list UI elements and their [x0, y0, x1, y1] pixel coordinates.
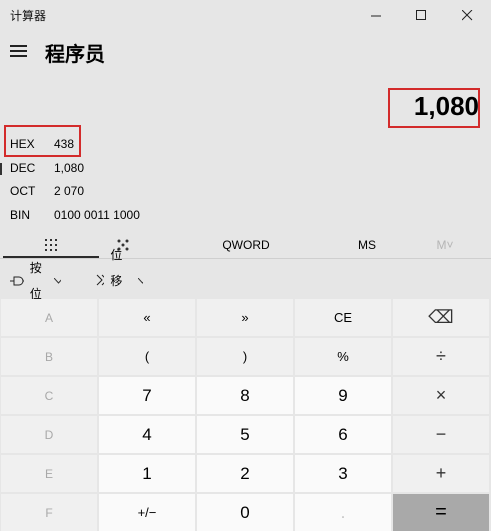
keypad-grid-icon	[45, 239, 57, 251]
close-icon	[461, 9, 472, 20]
memory-list-button[interactable]: M˅	[420, 232, 470, 258]
radix-row-oct[interactable]: OCT 2 070	[10, 180, 84, 202]
mode-title: 程序员	[45, 44, 105, 66]
radix-value: 1,080	[54, 161, 85, 175]
radix-value: 2 070	[54, 184, 85, 198]
key-decimal[interactable]: .	[295, 494, 391, 531]
keyboard-tabs: QWORD MS M˅	[0, 232, 491, 258]
key-plus[interactable]: +	[393, 455, 489, 492]
tab-full-keypad[interactable]	[3, 232, 99, 258]
divider	[0, 258, 491, 259]
radix-value: 0100 0011 1000	[54, 208, 140, 222]
key-4[interactable]: 4	[99, 416, 195, 453]
key-close-paren[interactable]: )	[197, 338, 293, 375]
key-2[interactable]: 2	[197, 455, 293, 492]
menu-hamburger-icon[interactable]	[10, 45, 27, 57]
radix-value: 438	[54, 137, 75, 151]
key-b[interactable]: B	[1, 338, 97, 375]
close-button[interactable]	[444, 0, 490, 30]
display-value: 1,080	[413, 91, 479, 121]
chevron-down-icon	[137, 278, 144, 284]
key-a[interactable]: A	[1, 299, 97, 336]
key-5[interactable]: 5	[197, 416, 293, 453]
radix-label: OCT	[10, 184, 36, 198]
key-1[interactable]: 1	[99, 455, 195, 492]
key-open-paren[interactable]: (	[99, 338, 195, 375]
minimize-button[interactable]	[353, 0, 399, 30]
key-e[interactable]: E	[1, 455, 97, 492]
word-size-button[interactable]: QWORD	[200, 232, 292, 258]
title-bar: 计算器	[0, 0, 491, 30]
radix-selected-marker	[0, 163, 2, 175]
key-divide[interactable]: ÷	[393, 338, 489, 375]
radix-row-bin[interactable]: BIN 0100 0011 1000	[10, 204, 140, 226]
key-percent[interactable]: %	[295, 338, 391, 375]
key-c[interactable]: C	[1, 377, 97, 414]
keypad: A « » CE ⌫ B ( ) % ÷ C 7 8 9 × D 4 5 6 −…	[1, 299, 489, 531]
key-7[interactable]: 7	[99, 377, 195, 414]
key-left-shift[interactable]: «	[99, 299, 195, 336]
radix-row-dec[interactable]: DEC 1,080	[10, 157, 84, 179]
bitwise-dropdown[interactable]: 按位	[10, 261, 62, 301]
bitshift-icon	[96, 274, 105, 286]
bitshift-dropdown[interactable]: 位移位	[96, 248, 144, 314]
key-6[interactable]: 6	[295, 416, 391, 453]
key-backspace[interactable]: ⌫	[393, 299, 489, 336]
radix-label: DEC	[10, 161, 36, 175]
key-negate[interactable]: +/−	[99, 494, 195, 531]
key-3[interactable]: 3	[295, 455, 391, 492]
key-equals[interactable]: =	[393, 494, 489, 531]
maximize-button[interactable]	[398, 0, 444, 30]
maximize-icon	[415, 9, 426, 20]
window-title: 计算器	[10, 9, 47, 23]
radix-label: HEX	[10, 137, 35, 151]
key-8[interactable]: 8	[197, 377, 293, 414]
logic-gate-icon	[10, 276, 24, 286]
chevron-down-icon	[54, 278, 62, 284]
key-9[interactable]: 9	[295, 377, 391, 414]
key-minus[interactable]: −	[393, 416, 489, 453]
key-d[interactable]: D	[1, 416, 97, 453]
key-0[interactable]: 0	[197, 494, 293, 531]
key-clear-entry[interactable]: CE	[295, 299, 391, 336]
key-right-shift[interactable]: »	[197, 299, 293, 336]
key-multiply[interactable]: ×	[393, 377, 489, 414]
key-f[interactable]: F	[1, 494, 97, 531]
radix-label: BIN	[10, 208, 31, 222]
radix-row-hex[interactable]: HEX 438	[10, 133, 74, 155]
minimize-icon	[370, 15, 381, 16]
memory-store-button[interactable]: MS	[335, 232, 399, 258]
